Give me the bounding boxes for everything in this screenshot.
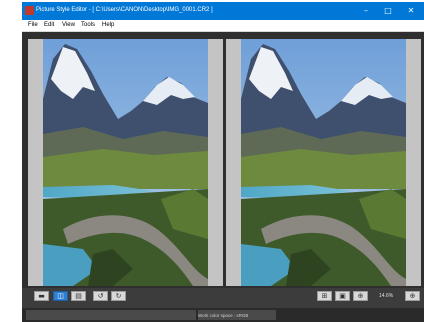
minimize-button[interactable]: –	[358, 4, 374, 18]
menu-tools[interactable]: Tools	[81, 22, 95, 28]
status-field-left	[26, 310, 196, 320]
title-bar[interactable]: Picture Style Editor - [ C:\Users\CANON\…	[22, 2, 424, 20]
original-image-panel	[28, 39, 223, 286]
menu-bar: File Edit View Tools Help	[22, 20, 424, 32]
menu-view[interactable]: View	[62, 22, 75, 28]
rotate-left-icon[interactable]: ↺	[93, 291, 108, 301]
image-workspace	[22, 32, 424, 288]
menu-edit[interactable]: Edit	[44, 22, 54, 28]
single-view-icon[interactable]: ▬	[34, 291, 49, 301]
app-window: Picture Style Editor - [ C:\Users\CANON\…	[22, 2, 424, 322]
app-icon	[25, 6, 34, 15]
split-view-icon[interactable]: ▤	[71, 291, 86, 301]
menu-file[interactable]: File	[28, 22, 38, 28]
status-bar: Work color space : sRGB	[22, 308, 424, 322]
original-image[interactable]	[43, 39, 208, 286]
view-toolbar: ▬ ◫ ▤ ↺ ↻ ⊞ ▣ ⊕ 14.6% ⊕	[22, 288, 424, 303]
actual-size-icon[interactable]: ▣	[335, 291, 350, 301]
rotate-right-icon[interactable]: ↻	[111, 291, 126, 301]
close-button[interactable]: ✕	[403, 4, 419, 18]
side-by-side-view-icon[interactable]: ◫	[53, 291, 68, 301]
maximize-button[interactable]: □	[380, 4, 396, 18]
zoom-level: 14.6%	[379, 293, 394, 299]
fit-to-window-icon[interactable]: ⊞	[317, 291, 332, 301]
zoom-menu-icon[interactable]: ⊕	[405, 291, 420, 301]
adjusted-image-panel	[226, 39, 421, 286]
adjusted-image[interactable]	[241, 39, 406, 286]
window-title: Picture Style Editor - [ C:\Users\CANON\…	[36, 7, 213, 13]
color-space-label: Work color space : sRGB	[198, 313, 249, 318]
menu-help[interactable]: Help	[102, 22, 114, 28]
zoom-icon[interactable]: ⊕	[353, 291, 368, 301]
